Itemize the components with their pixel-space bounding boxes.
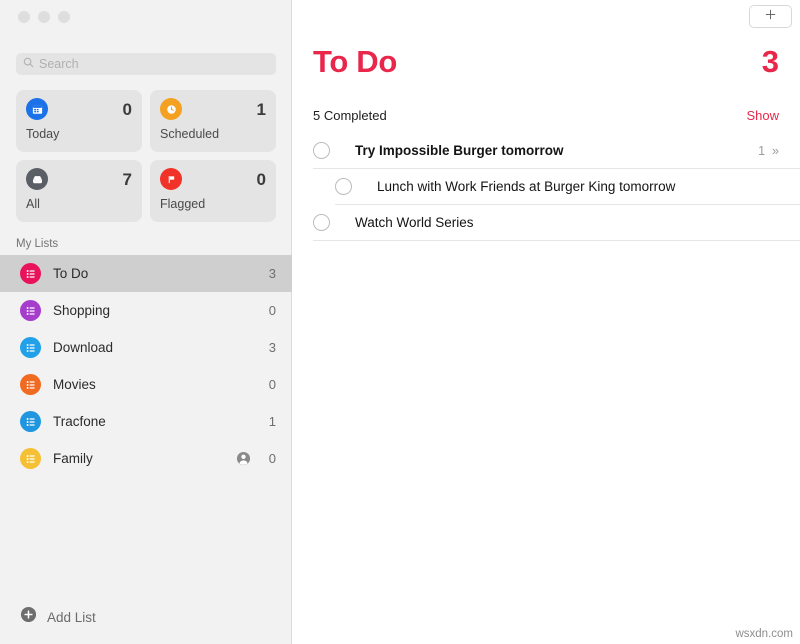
table-row[interactable]: Watch World Series bbox=[313, 205, 800, 241]
subtask-count: 1 bbox=[758, 143, 766, 158]
smart-card-count: 0 bbox=[256, 169, 266, 189]
sidebar-item-label: To Do bbox=[53, 266, 89, 281]
search-placeholder: Search bbox=[39, 56, 79, 71]
plus-circle-icon bbox=[20, 606, 37, 628]
smart-card-label: Today bbox=[26, 127, 60, 141]
sidebar-item-label: Download bbox=[53, 340, 114, 355]
inbox-icon bbox=[26, 168, 48, 190]
show-completed-link[interactable]: Show bbox=[746, 108, 779, 123]
sidebar-item-count: 3 bbox=[268, 340, 276, 355]
task-list: Try Impossible Burger tomorrow 1 » Lunch… bbox=[313, 133, 800, 241]
smart-card-scheduled[interactable]: 1 Scheduled bbox=[150, 90, 276, 152]
sidebar-item-count: 3 bbox=[268, 266, 276, 281]
smart-card-today[interactable]: 0 Today bbox=[16, 90, 142, 152]
chevron-right-icon[interactable]: » bbox=[772, 144, 779, 158]
smart-card-all[interactable]: 7 All bbox=[16, 160, 142, 222]
task-meta: 1 » bbox=[758, 144, 779, 158]
completed-row: 5 Completed Show bbox=[313, 108, 779, 123]
smart-card-count: 1 bbox=[256, 99, 266, 119]
search-field-wrapper: Search bbox=[16, 53, 276, 75]
clock-icon bbox=[160, 98, 182, 120]
smart-card-label: Scheduled bbox=[160, 127, 220, 141]
sidebar-item-count: 1 bbox=[268, 414, 276, 429]
completed-count-label: 5 Completed bbox=[313, 108, 387, 123]
sidebar-item-label: Shopping bbox=[53, 303, 111, 318]
list-icon bbox=[20, 263, 41, 284]
window-traffic-lights bbox=[18, 11, 70, 23]
smart-card-flagged[interactable]: 0 Flagged bbox=[150, 160, 276, 222]
watermark: wsxdn.com bbox=[735, 628, 793, 640]
close-button[interactable] bbox=[18, 11, 30, 23]
my-lists-header: My Lists bbox=[16, 238, 59, 250]
add-list-button[interactable]: Add List bbox=[20, 606, 96, 628]
smart-list-cards: 0 Today 1 Scheduled 7 All 0 Flagged bbox=[16, 90, 276, 222]
sidebar-item-download[interactable]: Download 3 bbox=[0, 329, 292, 366]
calendar-icon bbox=[26, 98, 48, 120]
user-lists: To Do 3 Shopping 0 Download 3 Movies 0 T… bbox=[0, 255, 292, 477]
list-title-row: To Do 3 bbox=[313, 44, 779, 80]
sidebar-item-label: Movies bbox=[53, 377, 96, 392]
sidebar-item-count: 0 bbox=[268, 451, 276, 466]
search-input[interactable]: Search bbox=[16, 53, 276, 75]
sidebar-item-label: Family bbox=[53, 451, 93, 466]
page-title: To Do bbox=[313, 44, 398, 79]
plus-icon bbox=[764, 8, 777, 26]
task-title: Watch World Series bbox=[355, 215, 474, 230]
sidebar: Search 0 Today 1 Scheduled 7 All 0 Flagg… bbox=[0, 0, 292, 644]
shared-person-icon bbox=[236, 451, 251, 466]
main-content: To Do 3 5 Completed Show Try Impossible … bbox=[292, 0, 800, 644]
smart-card-count: 0 bbox=[122, 99, 132, 119]
zoom-button[interactable] bbox=[58, 11, 70, 23]
sidebar-item-shopping[interactable]: Shopping 0 bbox=[0, 292, 292, 329]
smart-card-label: Flagged bbox=[160, 197, 206, 211]
sidebar-item-label: Tracfone bbox=[53, 414, 106, 429]
table-row[interactable]: Lunch with Work Friends at Burger King t… bbox=[335, 169, 800, 205]
sidebar-item-family[interactable]: Family 0 bbox=[0, 440, 292, 477]
list-icon bbox=[20, 411, 41, 432]
table-row[interactable]: Try Impossible Burger tomorrow 1 » bbox=[313, 133, 800, 169]
task-checkbox[interactable] bbox=[313, 214, 330, 231]
list-icon bbox=[20, 300, 41, 321]
sidebar-item-count: 0 bbox=[268, 303, 276, 318]
sidebar-item-to-do[interactable]: To Do 3 bbox=[0, 255, 292, 292]
smart-card-count: 7 bbox=[122, 169, 132, 189]
task-title: Try Impossible Burger tomorrow bbox=[355, 143, 564, 158]
list-icon bbox=[20, 374, 41, 395]
task-title: Lunch with Work Friends at Burger King t… bbox=[377, 179, 676, 194]
minimize-button[interactable] bbox=[38, 11, 50, 23]
sidebar-item-tracfone[interactable]: Tracfone 1 bbox=[0, 403, 292, 440]
list-icon bbox=[20, 337, 41, 358]
page-title-count: 3 bbox=[761, 44, 779, 79]
flag-icon bbox=[160, 168, 182, 190]
search-icon bbox=[23, 55, 34, 73]
task-checkbox[interactable] bbox=[313, 142, 330, 159]
smart-card-label: All bbox=[26, 197, 40, 211]
task-checkbox[interactable] bbox=[335, 178, 352, 195]
add-reminder-button[interactable] bbox=[749, 5, 792, 28]
reminders-window: Search 0 Today 1 Scheduled 7 All 0 Flagg… bbox=[0, 0, 800, 644]
add-list-label: Add List bbox=[47, 609, 96, 625]
sidebar-item-count: 0 bbox=[268, 377, 276, 392]
list-icon bbox=[20, 448, 41, 469]
sidebar-item-movies[interactable]: Movies 0 bbox=[0, 366, 292, 403]
